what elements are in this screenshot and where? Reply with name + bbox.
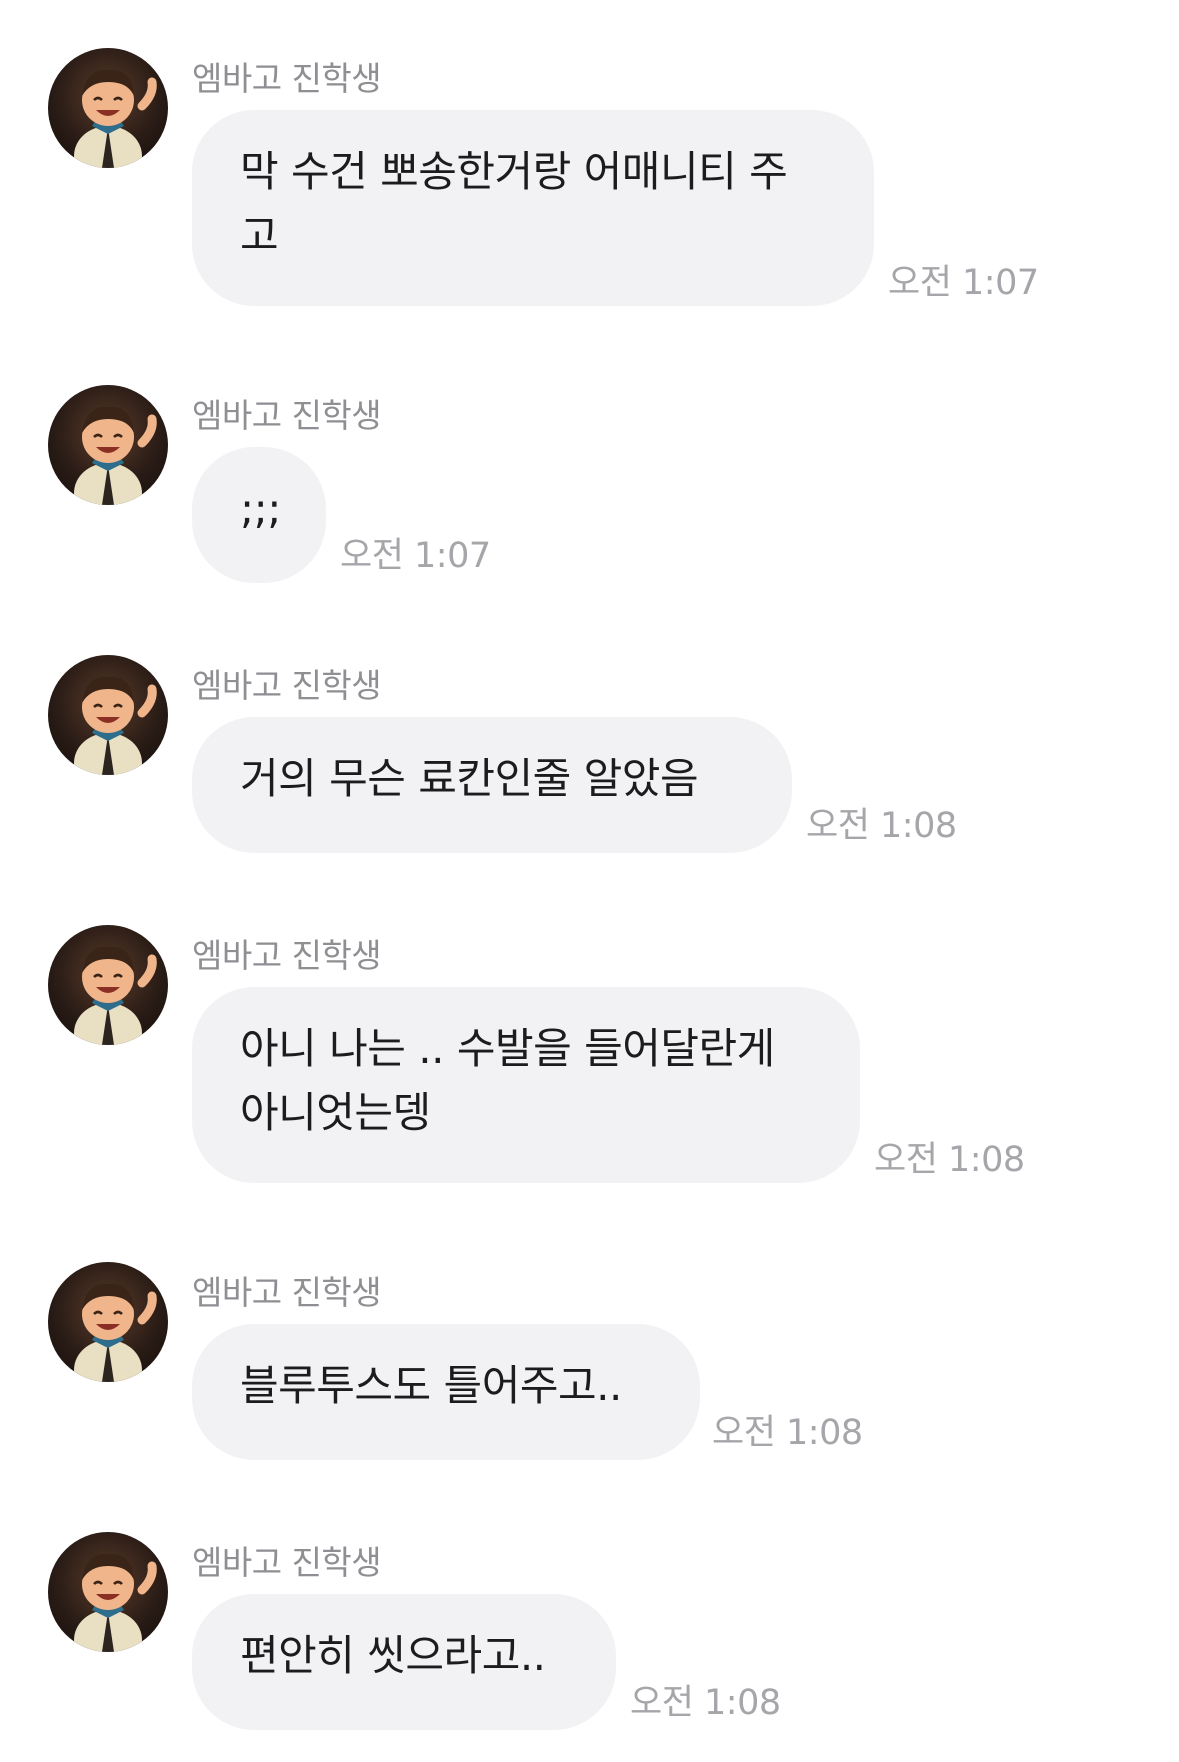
avatar[interactable] — [48, 1262, 168, 1382]
message-timestamp: 오전 1:07 — [340, 536, 491, 576]
avatar[interactable] — [48, 385, 168, 505]
avatar[interactable] — [48, 48, 168, 168]
message-bubble[interactable]: 거의 무슨 료칸인줄 알았음 — [192, 717, 792, 853]
sender-name: 엠바고 진학생 — [192, 936, 382, 975]
message-bubble[interactable]: 블루투스도 틀어주고.. — [192, 1324, 700, 1460]
sender-name: 엠바고 진학생 — [192, 666, 382, 705]
message-bubble[interactable]: 막 수건 뽀송한거랑 어매니티 주 고 — [192, 110, 874, 306]
cartoon-character-avatar-icon — [74, 1283, 157, 1382]
sender-name: 엠바고 진학생 — [192, 1543, 382, 1582]
cartoon-character-avatar-icon — [74, 1553, 157, 1652]
chat-message-list[interactable]: 엠바고 진학생 막 수건 뽀송한거랑 어매니티 주 고 오전 1:07 엠바고 … — [0, 0, 1179, 1762]
sender-name: 엠바고 진학생 — [192, 396, 382, 435]
message-timestamp: 오전 1:08 — [712, 1413, 863, 1453]
message-timestamp: 오전 1:07 — [888, 263, 1039, 303]
sender-name: 엠바고 진학생 — [192, 59, 382, 98]
message-text-line: 고 — [240, 211, 279, 260]
message-text-line: 편안히 씻으라고.. — [240, 1631, 546, 1680]
message-text-line: 거의 무슨 료칸인줄 알았음 — [240, 754, 699, 803]
cartoon-character-avatar-icon — [74, 69, 157, 168]
message-timestamp: 오전 1:08 — [806, 806, 957, 846]
cartoon-character-avatar-icon — [74, 676, 157, 775]
message-text-line: 블루투스도 틀어주고.. — [240, 1361, 622, 1410]
sender-name: 엠바고 진학생 — [192, 1273, 382, 1312]
cartoon-character-avatar-icon — [74, 406, 157, 505]
avatar[interactable] — [48, 925, 168, 1045]
cartoon-character-avatar-icon — [74, 946, 157, 1045]
message-bubble[interactable]: 아니 나는 .. 수발을 들어달란게 아니엇는뎅 — [192, 987, 860, 1183]
message-text-line: 아니엇는뎅 — [240, 1088, 431, 1137]
message-bubble[interactable]: ;;; — [192, 447, 326, 583]
message-text-line: 아니 나는 .. 수발을 들어달란게 — [240, 1024, 775, 1073]
message-timestamp: 오전 1:08 — [630, 1683, 781, 1723]
message-text-line: ;;; — [240, 484, 281, 533]
avatar[interactable] — [48, 655, 168, 775]
message-bubble[interactable]: 편안히 씻으라고.. — [192, 1594, 616, 1730]
avatar[interactable] — [48, 1532, 168, 1652]
message-text-line: 막 수건 뽀송한거랑 어매니티 주 — [240, 147, 788, 196]
message-timestamp: 오전 1:08 — [874, 1140, 1025, 1180]
